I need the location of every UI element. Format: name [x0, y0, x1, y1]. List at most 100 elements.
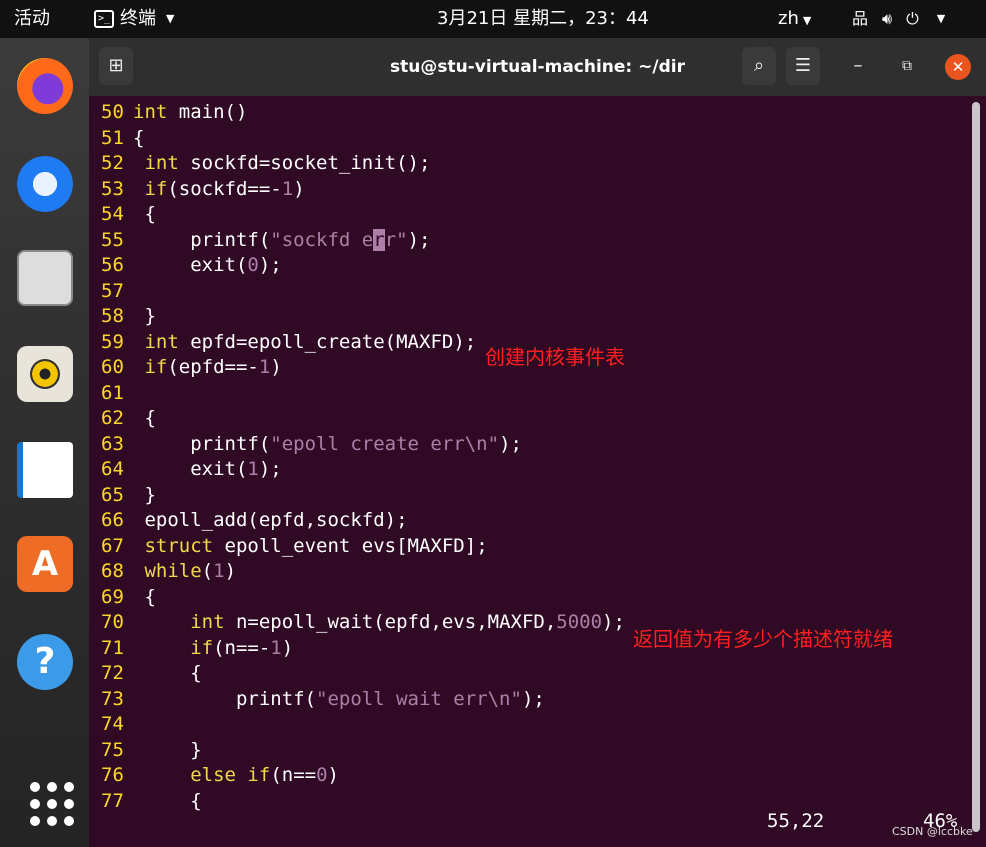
code-line: 54 {	[101, 202, 156, 227]
code-line: 52 int sockfd=socket_init();	[101, 151, 430, 176]
files-icon[interactable]	[17, 250, 73, 306]
network-icon: 品	[852, 9, 869, 28]
line-number: 63	[101, 432, 124, 455]
code-line: 53 if(sockfd==-1)	[101, 177, 305, 202]
code-line: 51 {	[101, 126, 144, 151]
scrollbar[interactable]	[972, 102, 980, 832]
code-text: printf("sockfd err");	[133, 228, 431, 251]
line-number: 62	[101, 407, 124, 429]
app-store-icon[interactable]: A	[17, 536, 73, 592]
terminal-app-menu[interactable]: >_ 终端 ▼	[94, 0, 174, 38]
clock[interactable]: 3月21日 星期二，23：44	[437, 0, 649, 38]
terminal-header-bar: stu@stu-virtual-machine: ~/dir ⊞ ⌕ ☰ – ⧉…	[89, 38, 986, 96]
code-text: while(1)	[144, 560, 237, 582]
code-line: 55 printf("sockfd err");	[101, 228, 430, 253]
code-line: 57	[101, 279, 133, 304]
code-line: 60 if(epfd==-1)	[101, 355, 282, 380]
chevron-down-icon: ▼	[166, 12, 175, 25]
line-number: 50	[101, 101, 124, 123]
input-method-menu[interactable]: zh ▼	[778, 0, 811, 38]
code-line: 67 struct epoll_event evs[MAXFD];	[101, 534, 488, 559]
watermark: CSDN @lccbke	[892, 825, 973, 838]
code-line: 75 }	[101, 738, 202, 763]
line-number: 74	[101, 713, 124, 735]
minimize-button[interactable]: –	[841, 47, 875, 85]
maximize-button[interactable]: ⧉	[890, 47, 924, 85]
line-number: 65	[101, 483, 124, 506]
line-number: 77	[101, 789, 124, 812]
code-text: if(sockfd==-1)	[144, 177, 305, 200]
code-line: 64 exit(1);	[101, 457, 282, 482]
line-number: 70	[101, 611, 124, 633]
libreoffice-writer-icon[interactable]	[17, 442, 73, 498]
cursor-position: 55,22	[767, 810, 825, 832]
code-line: 74	[101, 712, 133, 737]
code-line: 56 exit(0);	[101, 253, 282, 278]
volume-icon: 🔊︎	[882, 9, 893, 28]
close-button[interactable]: ✕	[945, 54, 971, 80]
activities-button[interactable]: 活动	[14, 0, 50, 38]
code-text: else if(n==0)	[190, 764, 339, 786]
code-line: 71 if(n==-1)	[101, 636, 293, 661]
power-icon: ⏻	[906, 9, 919, 28]
code-text: int epfd=epoll_create(MAXFD);	[144, 330, 477, 353]
code-line: 59 int epfd=epoll_create(MAXFD);	[101, 330, 476, 355]
help-icon[interactable]: ?	[17, 634, 73, 690]
code-line: 69 {	[101, 585, 156, 610]
line-number: 52	[101, 152, 124, 174]
annotation: 返回值为有多少个描述符就绪	[633, 627, 893, 651]
code-line: 77 {	[101, 789, 202, 814]
search-icon: ⌕	[753, 55, 765, 76]
new-tab-button[interactable]: ⊞	[99, 47, 133, 85]
line-number: 54	[101, 203, 124, 225]
annotation: 创建内核事件表	[485, 345, 625, 369]
code-text: printf("epoll create err\n");	[133, 432, 522, 455]
chevron-down-icon: ▼	[936, 12, 946, 25]
code-line: 63 printf("epoll create err\n");	[101, 432, 522, 457]
code-text: }	[133, 738, 202, 761]
line-number: 64	[101, 458, 124, 480]
line-number: 60	[101, 356, 124, 378]
show-apps-icon[interactable]	[17, 776, 74, 832]
system-menu[interactable]: 品 🔊︎ ⏻ ▼	[852, 0, 945, 38]
code-text: if(n==-1)	[190, 636, 294, 659]
code-text: }	[133, 483, 156, 506]
code-text: int sockfd=socket_init();	[144, 152, 431, 174]
line-number: 69	[101, 585, 124, 608]
line-number: 58	[101, 305, 124, 327]
code-line: 72 {	[101, 661, 202, 686]
code-line: 65 }	[101, 483, 156, 508]
code-line: 66 epoll_add(epfd,sockfd);	[101, 508, 408, 533]
firefox-icon[interactable]	[17, 58, 73, 114]
line-number: 75	[101, 738, 124, 761]
code-text: epoll_add(epfd,sockfd);	[133, 509, 408, 531]
line-number: 53	[101, 177, 124, 200]
line-number: 76	[101, 764, 124, 786]
code-line: 58 }	[101, 304, 156, 329]
code-line: 76 else if(n==0)	[101, 763, 339, 788]
code-text: int main()	[133, 101, 248, 123]
thunderbird-icon[interactable]	[17, 156, 73, 212]
line-number: 68	[101, 560, 124, 582]
hamburger-icon: ☰	[794, 55, 812, 76]
code-text: {	[133, 407, 156, 429]
dock: A ?	[0, 38, 89, 847]
code-line: 70 int n=epoll_wait(epfd,evs,MAXFD,5000)…	[101, 610, 625, 635]
line-number: 55	[101, 228, 124, 251]
line-number: 59	[101, 330, 124, 353]
code-text: struct epoll_event evs[MAXFD];	[144, 534, 488, 557]
code-line: 73 printf("epoll wait err\n");	[101, 687, 545, 712]
terminal-content[interactable]: 50 int main() 51 {52 int sockfd=socket_init…	[89, 96, 986, 847]
rhythmbox-icon[interactable]	[17, 346, 73, 402]
search-button[interactable]: ⌕	[742, 47, 776, 85]
lang-label: zh	[778, 8, 799, 29]
code-text: {	[133, 126, 145, 149]
menu-button[interactable]: ☰	[786, 47, 820, 85]
line-number: 56	[101, 254, 124, 276]
code-line: 62 {	[101, 406, 156, 431]
code-line: 68 while(1)	[101, 559, 236, 584]
line-number: 71	[101, 636, 124, 659]
line-number: 72	[101, 662, 124, 684]
code-text: if(epfd==-1)	[144, 356, 282, 378]
terminal-menu-label: 终端	[120, 8, 156, 29]
